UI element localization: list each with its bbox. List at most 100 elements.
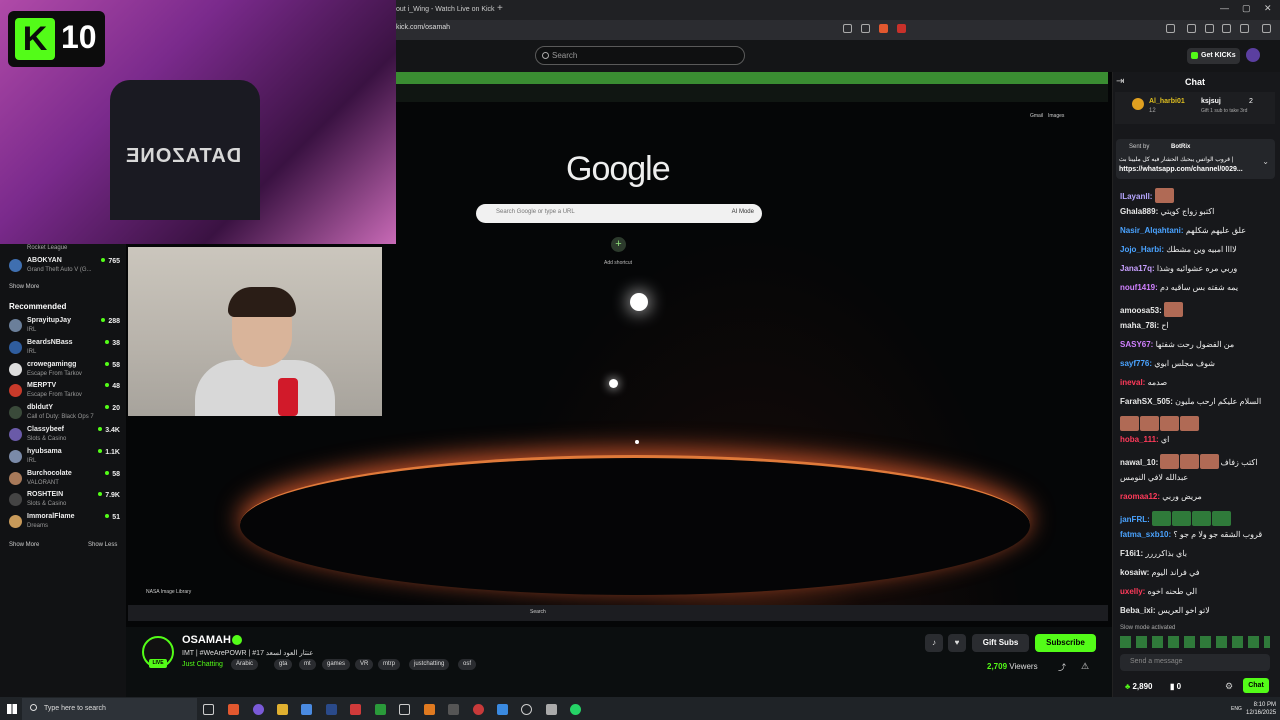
chat-username[interactable]: uxelly: bbox=[1120, 587, 1145, 596]
chat-username[interactable]: F16i1: bbox=[1120, 549, 1143, 558]
chat-username[interactable]: kosaiw: bbox=[1120, 568, 1149, 577]
chat-username[interactable]: Nasir_Alqahtani: bbox=[1120, 226, 1184, 235]
chat-settings-gear-icon[interactable]: ⚙ bbox=[1225, 681, 1233, 692]
chat-message[interactable]: maha_78i: اح bbox=[1120, 321, 1169, 330]
chat-username[interactable]: amoosa53: bbox=[1120, 306, 1162, 315]
chat-username[interactable]: nouf1419: bbox=[1120, 283, 1158, 292]
sidebar-item-recommended[interactable]: Classybeef Slots & Casino 3.4K bbox=[8, 426, 124, 448]
share-stream-icon[interactable]: ⤴ bbox=[1058, 662, 1066, 673]
kick-search-input[interactable]: Search bbox=[535, 46, 745, 65]
sidebar-item-recommended[interactable]: ImmoralFlame Dreams 51 bbox=[8, 513, 124, 535]
chat-message[interactable]: Jojo_Harbi: لاااا امبيه وين مشطك bbox=[1120, 245, 1237, 254]
stream-tag[interactable]: VR bbox=[355, 659, 374, 670]
chat-username[interactable]: Jojo_Harbi: bbox=[1120, 245, 1164, 254]
translate-icon[interactable] bbox=[843, 24, 852, 33]
chat-username[interactable]: hoba_111: bbox=[1120, 435, 1159, 444]
send-chat-button[interactable]: Chat bbox=[1243, 678, 1269, 693]
app-icon-2[interactable] bbox=[448, 704, 459, 715]
sidebar-item-recommended[interactable]: BeardsNBass IRL 38 bbox=[8, 339, 124, 361]
sidebar-item-recommended[interactable]: SprayitupJay IRL 288 bbox=[8, 317, 124, 339]
brave-shield-icon[interactable] bbox=[879, 24, 888, 33]
notification-bell-icon[interactable]: ♪ bbox=[925, 634, 943, 652]
stream-tag[interactable]: mtrp bbox=[378, 659, 400, 670]
chat-username[interactable]: SASY67: bbox=[1120, 340, 1153, 349]
file-explorer-icon[interactable] bbox=[277, 704, 288, 715]
sidebar-item-recommended[interactable]: hyubsama IRL 1.1K bbox=[8, 448, 124, 470]
chat-username[interactable]: Beba_ixi: bbox=[1120, 606, 1156, 615]
chat-username[interactable]: janFRL: bbox=[1120, 515, 1150, 524]
chat-message[interactable]: ineval: صدمه bbox=[1120, 378, 1167, 387]
sidebar-item-recommended[interactable]: Burchocolate VALORANT 58 bbox=[8, 470, 124, 492]
stream-tag[interactable]: Arabic bbox=[231, 659, 259, 670]
menu-icon[interactable] bbox=[1262, 24, 1271, 33]
stream-tag[interactable]: games bbox=[322, 659, 351, 670]
chat-message[interactable]: kosaiw: في فراند اليوم bbox=[1120, 568, 1200, 577]
snipping-icon[interactable] bbox=[399, 704, 410, 715]
chat-message[interactable] bbox=[1120, 416, 1200, 431]
stream-tag[interactable]: osf bbox=[458, 659, 477, 670]
maximize-icon[interactable]: ▢ bbox=[1242, 3, 1251, 14]
show-more-link-2[interactable]: Show More bbox=[9, 542, 39, 548]
profile-icon[interactable] bbox=[1240, 24, 1249, 33]
gift-subs-button[interactable]: Gift Subs bbox=[972, 634, 1029, 652]
pinned-message-link[interactable]: https://whatsapp.com/channel/0029... bbox=[1119, 166, 1243, 173]
chat-username[interactable]: nawal_10: bbox=[1120, 458, 1158, 467]
discord-icon[interactable] bbox=[253, 704, 264, 715]
sidebar-item-recommended[interactable]: MERPTV Escape From Tarkov 48 bbox=[8, 382, 124, 404]
chat-username[interactable]: Jana17q: bbox=[1120, 264, 1155, 273]
chat-message[interactable]: amoosa53: bbox=[1120, 302, 1184, 317]
language-indicator[interactable]: ENG bbox=[1231, 706, 1242, 712]
chat-message[interactable]: nawal_10: اكتب زفاف bbox=[1120, 454, 1257, 469]
chat-message[interactable]: SASY67: من الفضول رحت شفتها bbox=[1120, 340, 1234, 349]
user-avatar[interactable] bbox=[1246, 48, 1260, 62]
chat-message[interactable]: F16i1: باي بذاكرررر bbox=[1120, 549, 1187, 558]
system-clock[interactable]: 8:10 PM 12/16/2025 bbox=[1246, 701, 1276, 717]
whatsapp-icon[interactable] bbox=[570, 704, 581, 715]
app-icon[interactable] bbox=[424, 704, 435, 715]
wallet-icon[interactable] bbox=[1222, 24, 1231, 33]
chat-username[interactable]: ineval: bbox=[1120, 378, 1145, 387]
chat-message[interactable]: عبدالله لافي النومس bbox=[1120, 473, 1188, 482]
rewards-icon[interactable] bbox=[897, 24, 906, 33]
chat-message[interactable]: hoba_111: اي bbox=[1120, 435, 1169, 444]
collapse-chat-icon[interactable]: ⇥ bbox=[1116, 76, 1124, 87]
chat-username[interactable]: sayf776: bbox=[1120, 359, 1152, 368]
pinned-message[interactable]: Sent by BotRix قروب الواتس يبحبك الحشار … bbox=[1116, 139, 1275, 179]
chat-message[interactable]: raomaa12: مريض وربي bbox=[1120, 492, 1202, 501]
emote-bar[interactable] bbox=[1120, 636, 1270, 648]
app-icon-3[interactable] bbox=[521, 704, 532, 715]
chat-message[interactable]: janFRL: bbox=[1120, 511, 1232, 526]
chat-username[interactable]: lLayanll: bbox=[1120, 192, 1152, 201]
show-more-link[interactable]: Show More bbox=[9, 284, 39, 290]
chat-username[interactable]: maha_78i: bbox=[1120, 321, 1159, 330]
chat-message[interactable]: nouf1419: يمه شفته بس ساقيه دم bbox=[1120, 283, 1238, 292]
chat-message[interactable]: FarahSX_505: السلام عليكم ارحب مليون bbox=[1120, 397, 1261, 406]
chrome-icon[interactable] bbox=[473, 704, 484, 715]
chat-message[interactable]: fatma_sxb10: قروب الشقه جو ولا م جو ؟ bbox=[1120, 530, 1262, 539]
edge-icon[interactable] bbox=[497, 704, 508, 715]
extensions-icon[interactable] bbox=[1187, 24, 1196, 33]
brave-browser-icon[interactable] bbox=[228, 704, 239, 715]
channel-name[interactable]: OSAMAH bbox=[182, 634, 231, 646]
windows-start-icon[interactable] bbox=[7, 704, 17, 714]
close-icon[interactable]: ✕ bbox=[1264, 3, 1272, 14]
chat-message[interactable]: Nasir_Alqahtani: علق عليهم شكلهم bbox=[1120, 226, 1246, 235]
chat-username[interactable]: fatma_sxb10: bbox=[1120, 530, 1171, 539]
sidebar-item-recommended[interactable]: dbldutY Call of Duty: Black Ops 7 20 bbox=[8, 404, 124, 426]
stream-tag[interactable]: gta bbox=[274, 659, 293, 670]
app-icon-4[interactable] bbox=[546, 704, 557, 715]
task-view-icon[interactable] bbox=[203, 704, 214, 715]
show-less-link[interactable]: Show Less bbox=[88, 542, 117, 548]
store-icon[interactable] bbox=[301, 704, 312, 715]
chat-message[interactable]: Ghala889: اكتبو زواج كويتي bbox=[1120, 207, 1214, 216]
minimize-icon[interactable]: — bbox=[1220, 3, 1229, 13]
chat-message[interactable]: lLayanll: bbox=[1120, 188, 1175, 203]
new-tab-button[interactable]: + bbox=[497, 3, 503, 14]
report-icon[interactable]: ⚠ bbox=[1081, 661, 1089, 672]
kicks-balance[interactable]: ♣ 2,890 bbox=[1125, 682, 1153, 691]
chat-username[interactable]: FarahSX_505: bbox=[1120, 397, 1173, 406]
chat-message-input[interactable]: Send a message bbox=[1120, 654, 1270, 671]
chat-message[interactable]: Beba_ixi: لاتو اخو العريس bbox=[1120, 606, 1210, 615]
sidebar-toggle-icon[interactable] bbox=[1166, 24, 1175, 33]
subscribe-button[interactable]: Subscribe bbox=[1035, 634, 1096, 652]
